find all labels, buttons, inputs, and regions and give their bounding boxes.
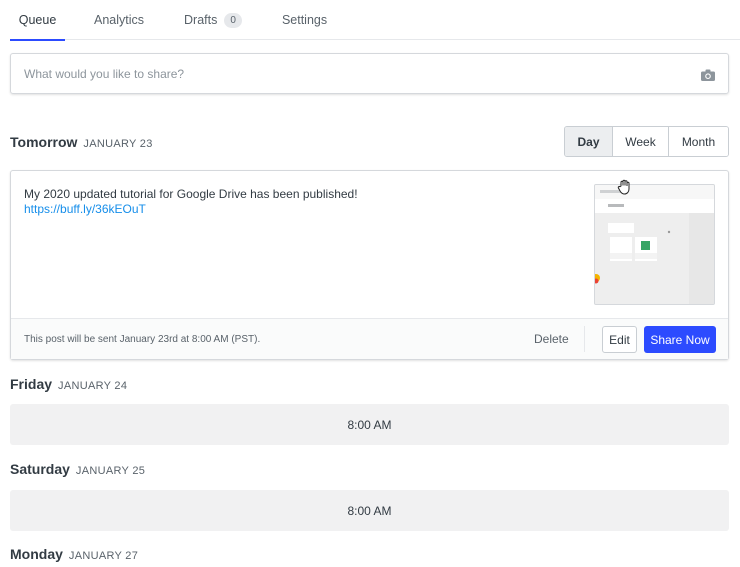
edit-button[interactable]: Edit xyxy=(602,326,637,353)
post-card: My 2020 updated tutorial for Google Driv… xyxy=(10,170,729,360)
camera-icon[interactable] xyxy=(701,68,715,81)
day-heading-tomorrow: Tomorrow JANUARY 23 xyxy=(10,134,153,150)
post-footer: This post will be sent January 23rd at 8… xyxy=(11,318,728,359)
day-date: JANUARY 23 xyxy=(83,138,153,150)
tab-settings-label: Settings xyxy=(281,13,328,27)
composer-input[interactable] xyxy=(24,66,701,81)
tab-analytics[interactable]: Analytics xyxy=(94,0,144,40)
day-date: JANUARY 27 xyxy=(68,550,139,562)
day-name: Friday xyxy=(10,376,53,392)
day-name: Monday xyxy=(10,546,63,562)
tab-analytics-label: Analytics xyxy=(94,13,145,27)
day-heading-saturday: Saturday JANUARY 25 xyxy=(10,461,145,477)
tab-drafts-label: Drafts xyxy=(184,13,218,27)
footer-divider xyxy=(584,326,585,352)
day-name: Saturday xyxy=(10,461,70,477)
day-date: JANUARY 24 xyxy=(58,380,128,392)
view-month-button[interactable]: Month xyxy=(668,127,728,156)
time-slot[interactable]: 8:00 AM xyxy=(10,490,729,531)
view-toggle: Day Week Month xyxy=(564,126,729,157)
tab-drafts[interactable]: Drafts 0 xyxy=(184,0,242,40)
hand-cursor-icon xyxy=(616,179,632,195)
time-slot[interactable]: 8:00 AM xyxy=(10,404,729,445)
delete-button[interactable]: Delete xyxy=(534,332,569,346)
tab-bar: Queue Analytics Drafts 0 Settings xyxy=(10,0,740,41)
tab-queue-label: Queue xyxy=(18,13,57,27)
tab-settings[interactable]: Settings xyxy=(282,0,327,40)
view-day-button[interactable]: Day xyxy=(565,127,612,156)
share-now-button[interactable]: Share Now xyxy=(644,326,716,353)
post-link[interactable]: https://buff.ly/36kEOuT xyxy=(24,202,146,216)
post-thumbnail[interactable] xyxy=(594,184,715,305)
view-week-button[interactable]: Week xyxy=(612,127,668,156)
post-schedule-status: This post will be sent January 23rd at 8… xyxy=(24,333,261,345)
post-text: My 2020 updated tutorial for Google Driv… xyxy=(24,187,358,201)
tab-queue[interactable]: Queue xyxy=(10,0,65,41)
day-name: Tomorrow xyxy=(10,134,78,150)
composer-box[interactable] xyxy=(10,53,729,94)
drafts-count-badge: 0 xyxy=(224,12,242,28)
day-date: JANUARY 25 xyxy=(75,465,146,477)
day-heading-monday: Monday JANUARY 27 xyxy=(10,546,138,562)
day-heading-friday: Friday JANUARY 24 xyxy=(10,376,127,392)
